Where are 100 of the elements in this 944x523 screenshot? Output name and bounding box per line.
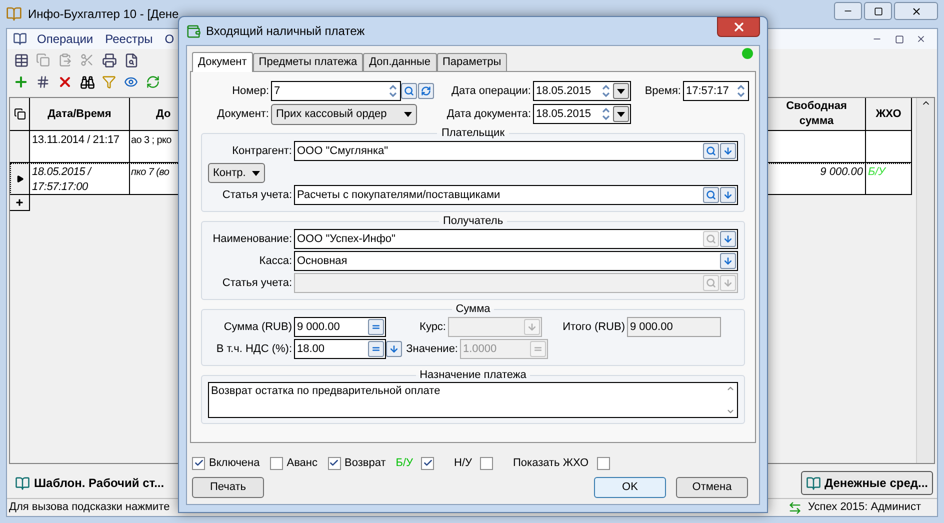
tab[interactable]: Документ <box>192 52 253 72</box>
eye-icon[interactable] <box>124 75 138 89</box>
menu-item[interactable]: О <box>162 30 176 48</box>
menu-item[interactable]: Реестры <box>103 30 155 48</box>
search-icon <box>706 146 716 156</box>
close-button[interactable] <box>894 2 938 20</box>
spin-icon[interactable] <box>736 84 746 98</box>
checkbox-label: Б/У <box>396 456 414 471</box>
arrow-down-icon <box>723 190 733 200</box>
calculator-button[interactable] <box>368 319 384 335</box>
checkbox-label: Н/У <box>454 456 472 471</box>
rate-field[interactable] <box>448 317 542 337</box>
select-button[interactable] <box>720 187 736 203</box>
menu-item[interactable]: Операции <box>35 30 96 48</box>
tab[interactable]: Предметы платежа <box>252 53 364 71</box>
account-field[interactable]: Расчеты с покупателями/поставщиками <box>294 185 738 205</box>
search-button[interactable] <box>703 143 719 159</box>
column-header[interactable]: Дата/Время <box>30 98 130 131</box>
tab[interactable]: Параметры <box>436 53 508 71</box>
kontr-button[interactable]: Контр. <box>208 163 265 183</box>
field-label: Номер: <box>231 84 270 99</box>
refresh-icon <box>421 86 431 96</box>
search-button[interactable] <box>703 187 719 203</box>
field-label: Касса: <box>258 254 293 269</box>
field-label: В т.ч. НДС (%): <box>215 342 293 357</box>
lookup-button[interactable] <box>401 83 417 99</box>
binoculars-icon[interactable] <box>80 74 94 90</box>
window-tab[interactable]: Шаблон. Рабочий ст... <box>11 471 168 495</box>
counterparty-field[interactable]: ООО "Смуглянка" <box>294 141 738 161</box>
checkbox[interactable] <box>270 456 283 470</box>
equals-icon <box>371 322 381 332</box>
checkbox[interactable] <box>480 456 494 470</box>
field-label: Сумма (RUB) <box>222 320 293 335</box>
scissors-icon[interactable] <box>80 53 94 67</box>
maximize-button[interactable] <box>864 2 892 20</box>
checkbox[interactable] <box>192 456 205 470</box>
copy-icon[interactable] <box>36 53 50 67</box>
arrow-down-icon <box>389 344 399 354</box>
column-header[interactable]: ЖХО <box>866 98 912 131</box>
equals-icon <box>371 344 381 354</box>
refresh-button[interactable] <box>418 83 434 99</box>
scrollbar[interactable] <box>916 98 934 463</box>
document-type-select[interactable]: Прих кассовый ордер <box>271 104 417 124</box>
field-label: Наименование: <box>212 232 293 247</box>
name-field[interactable]: ООО "Успех-Инфо" <box>294 229 738 249</box>
columns-icon[interactable] <box>14 108 26 120</box>
checkbox[interactable] <box>421 456 434 470</box>
equals-icon <box>533 344 543 354</box>
scroll-down-icon[interactable] <box>726 407 734 416</box>
ok-button[interactable]: OK <box>594 477 666 498</box>
purpose-textarea[interactable]: Возврат остатка по предварительной оплате <box>208 382 738 418</box>
paste-icon[interactable] <box>58 53 72 67</box>
vat-field[interactable]: 18.00 <box>294 339 386 359</box>
checkbox[interactable] <box>328 456 340 470</box>
printer-icon[interactable] <box>102 52 116 68</box>
dropdown-button[interactable] <box>613 106 629 122</box>
amount-field[interactable]: 9 000.00 <box>294 317 386 337</box>
select-button[interactable] <box>720 231 736 247</box>
window-title: Инфо-Бухгалтер 10 - [Дене <box>28 6 179 23</box>
current-row-icon <box>16 174 24 182</box>
checkbox[interactable] <box>596 456 610 470</box>
book-icon <box>806 476 821 490</box>
refresh-icon[interactable] <box>146 75 160 89</box>
close-icon[interactable] <box>916 34 926 44</box>
cancel-button[interactable]: Отмена <box>676 477 748 498</box>
column-header[interactable]: Свободная сумма <box>768 98 866 131</box>
new-row-icon[interactable] <box>15 198 24 207</box>
plus-icon[interactable] <box>13 74 29 90</box>
dropdown-button[interactable] <box>613 83 629 99</box>
date-field[interactable]: 18.05.2015 <box>533 104 631 124</box>
select-button[interactable] <box>386 341 402 357</box>
select-button[interactable] <box>720 143 736 159</box>
close-icon <box>910 6 922 16</box>
number-field[interactable]: 7 <box>271 81 401 101</box>
window-tab[interactable]: Денежные сред... <box>800 471 933 495</box>
restore-icon[interactable] <box>894 34 904 44</box>
book-icon <box>15 476 30 490</box>
total-field[interactable]: 9 000.00 <box>627 317 721 337</box>
select-button[interactable] <box>720 253 736 269</box>
tab[interactable]: Доп.данные <box>363 53 436 71</box>
caret-icon <box>404 112 412 116</box>
field-label: Дата операции: <box>450 84 532 99</box>
calculator-button[interactable] <box>368 341 384 357</box>
group-title: Получатель <box>442 214 504 228</box>
arrow-down-icon <box>723 146 733 156</box>
print-button[interactable]: Печать <box>192 477 264 498</box>
filter-icon[interactable] <box>102 75 116 89</box>
field-label: Документ: <box>216 106 270 122</box>
arrow-down-icon <box>527 322 537 332</box>
cash-field[interactable]: Основная <box>294 251 738 271</box>
delete-icon[interactable] <box>57 74 73 90</box>
grid-icon[interactable] <box>14 52 28 68</box>
number-icon[interactable] <box>36 75 50 89</box>
spin-icon[interactable] <box>388 84 398 98</box>
preview-icon[interactable] <box>124 52 138 68</box>
group-title: Назначение платежа <box>418 368 528 382</box>
time-field[interactable]: 17:57:17 <box>683 81 749 101</box>
window-title: Входящий наличный платеж <box>206 23 365 40</box>
date-field[interactable]: 18.05.2015 <box>533 81 631 101</box>
close-button[interactable] <box>717 17 760 37</box>
